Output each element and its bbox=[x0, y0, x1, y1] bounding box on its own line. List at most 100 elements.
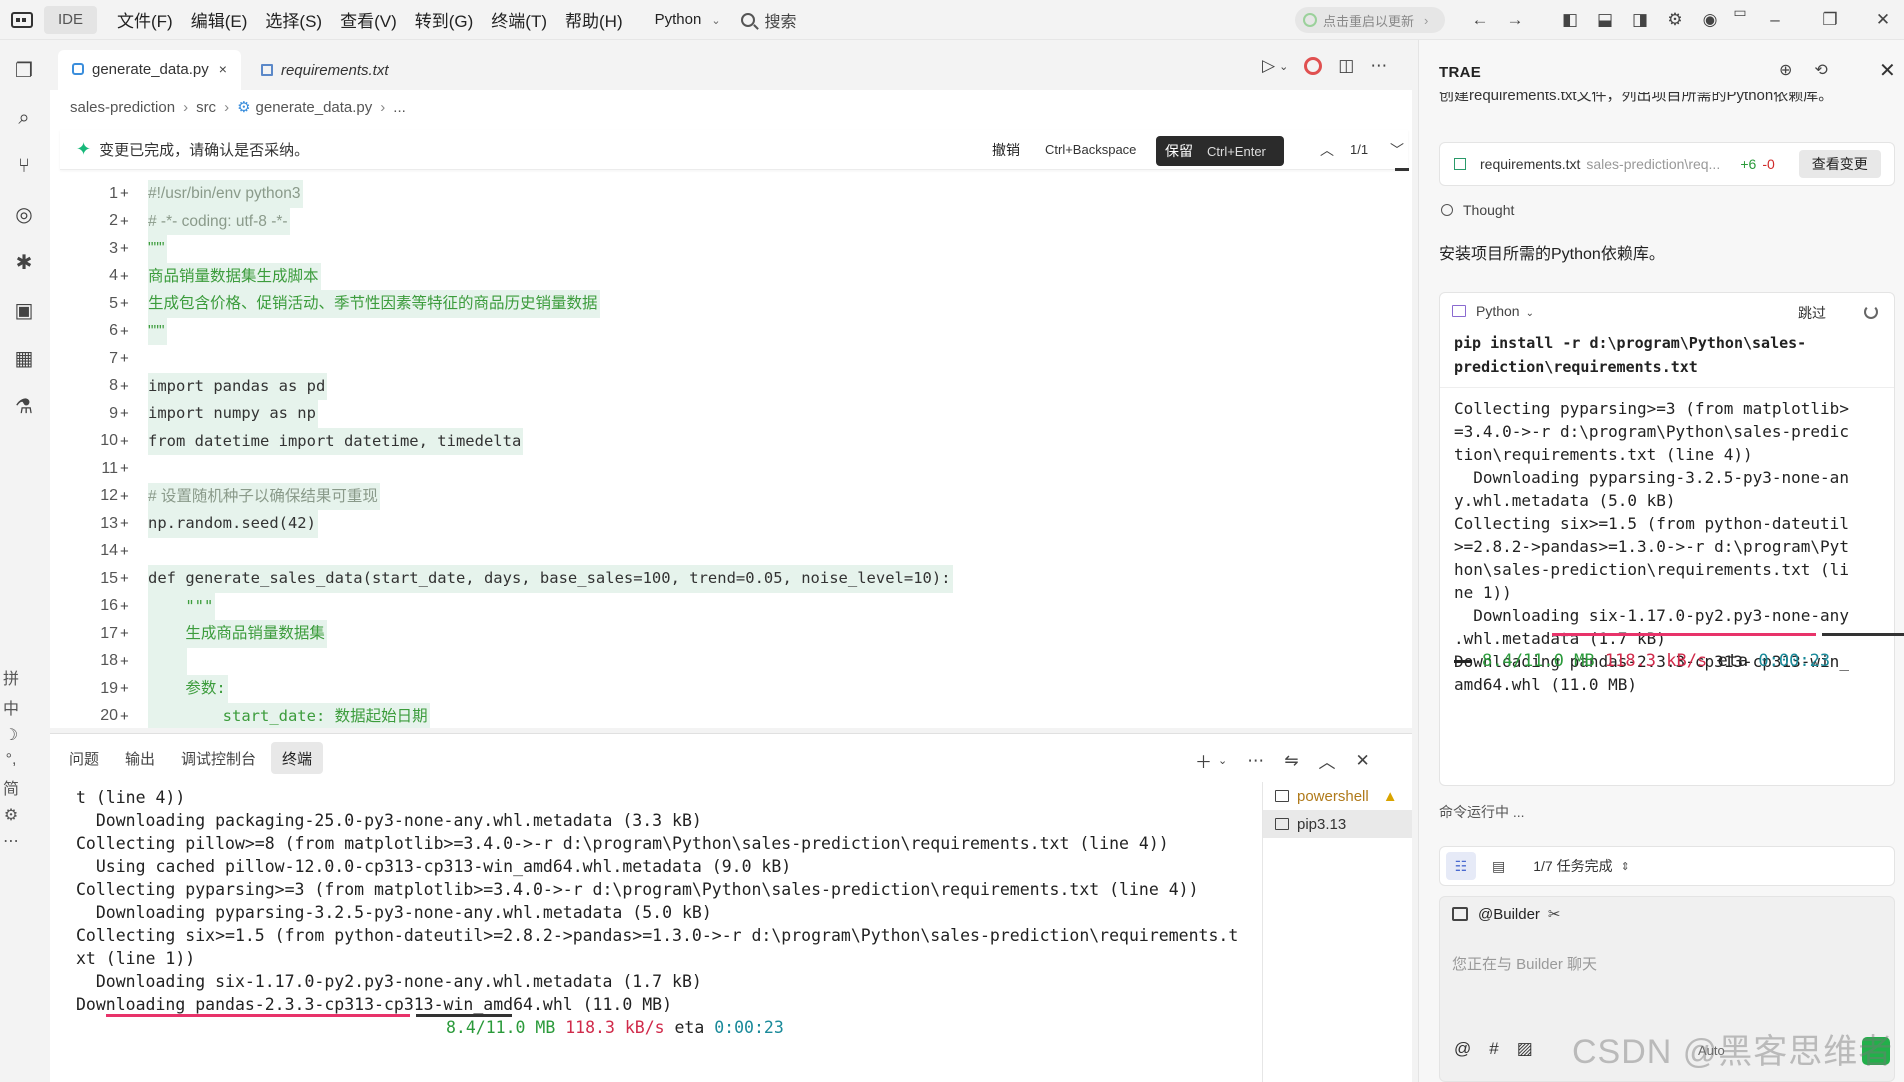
back-arrow-icon[interactable]: ← bbox=[1470, 10, 1490, 30]
code-editor[interactable]: 1 + #!/usr/bin/env python3 2 + # -*- coding:… bbox=[50, 180, 1412, 728]
close-panel-icon[interactable]: ✕ bbox=[1355, 751, 1369, 771]
breadcrumb-symbol[interactable]: ... bbox=[393, 99, 406, 116]
restore-icon[interactable]: ❐ bbox=[1820, 10, 1840, 30]
code-line: 15 + def generate_sales_data(start_date, d… bbox=[50, 565, 1412, 593]
minimize-icon[interactable]: – bbox=[1765, 10, 1785, 30]
testing-flask-icon[interactable]: ⚗ bbox=[0, 382, 48, 430]
explorer-icon[interactable]: ❐ bbox=[0, 46, 48, 94]
update-button[interactable]: 点击重启以更新 › bbox=[1295, 7, 1445, 33]
chevron-up-icon[interactable]: ︿ bbox=[1320, 140, 1334, 160]
lines-added: +6 bbox=[1740, 156, 1757, 172]
undo-button[interactable]: 撤销 bbox=[992, 140, 1020, 160]
tab-requirements[interactable]: requirements.txt bbox=[247, 50, 403, 90]
search-files-icon[interactable]: ⌕ bbox=[0, 94, 48, 142]
divider bbox=[1440, 387, 1894, 388]
toggle-panel-icon[interactable]: ⬓ bbox=[1595, 10, 1615, 30]
more-icon[interactable]: ⋯ bbox=[1370, 56, 1387, 76]
text-file-icon bbox=[260, 64, 273, 76]
menu-terminal[interactable]: 终端(T) bbox=[491, 7, 547, 32]
keep-button[interactable]: 保留 Ctrl+Enter bbox=[1156, 136, 1284, 166]
chevron-down-icon[interactable]: ⌄ bbox=[1218, 754, 1227, 767]
ime-chinese-icon[interactable]: 中 bbox=[3, 695, 19, 719]
source-control-icon[interactable]: ⑂ bbox=[0, 142, 48, 190]
new-chat-icon[interactable]: ⊕ bbox=[1779, 60, 1792, 80]
code-text: 参数: bbox=[148, 675, 228, 703]
tools-icon[interactable]: ✂ bbox=[1548, 905, 1561, 923]
search-box[interactable]: 搜索 bbox=[740, 8, 797, 32]
run-icon[interactable]: ▷ bbox=[1262, 56, 1275, 76]
breadcrumb-folder[interactable]: sales-prediction bbox=[70, 99, 175, 116]
window-close-icon[interactable]: ✕ bbox=[1873, 10, 1893, 30]
menu-file[interactable]: 文件(F) bbox=[117, 7, 173, 32]
chat-input-placeholder[interactable]: 您正在与 Builder 聊天 bbox=[1452, 953, 1597, 974]
run-chevron-icon[interactable]: ⌄ bbox=[1279, 60, 1288, 73]
ide-mode-tag[interactable]: IDE bbox=[44, 5, 98, 34]
tab-problems[interactable]: 问题 bbox=[58, 742, 110, 774]
history-icon[interactable]: ⟲ bbox=[1814, 60, 1827, 80]
toggle-sidebar-icon[interactable]: ◧ bbox=[1560, 10, 1580, 30]
split-editor-icon[interactable]: ◫ bbox=[1338, 56, 1354, 76]
agent-selector[interactable]: @Builder ✂ bbox=[1452, 905, 1561, 923]
record-icon[interactable] bbox=[1304, 57, 1323, 75]
new-terminal-icon[interactable]: ＋ bbox=[1195, 748, 1212, 773]
code-text: # 设置随机种子以确保结果可重现 bbox=[148, 482, 380, 510]
account-icon[interactable]: ◉ bbox=[1700, 10, 1720, 30]
session-pip[interactable]: pip3.13 bbox=[1263, 810, 1412, 838]
settings-gear-icon[interactable]: ⚙ bbox=[1665, 10, 1685, 30]
breadcrumb-folder[interactable]: src bbox=[196, 99, 216, 116]
menu-edit[interactable]: 编辑(E) bbox=[191, 7, 248, 32]
menu-view[interactable]: 查看(V) bbox=[340, 7, 397, 32]
hashtag-icon[interactable]: # bbox=[1489, 1039, 1498, 1059]
terminal-icon bbox=[1275, 818, 1289, 830]
screen-share-icon[interactable]: ▭ bbox=[1730, 2, 1750, 22]
terminal-output[interactable]: t (line 4)) Downloading packaging-25.0-p… bbox=[76, 786, 1306, 1039]
toggle-aux-bar-icon[interactable]: ◨ bbox=[1630, 10, 1650, 30]
menu-help[interactable]: 帮助(H) bbox=[565, 7, 623, 32]
ime-settings-icon[interactable]: ⚙ bbox=[4, 805, 18, 825]
skip-button[interactable]: 跳过 bbox=[1798, 303, 1826, 323]
changed-file-card[interactable]: requirements.txt sales-prediction\req...… bbox=[1439, 142, 1895, 186]
breadcrumb-file[interactable]: generate_data.py bbox=[256, 99, 373, 116]
menu-go[interactable]: 转到(G) bbox=[415, 7, 474, 32]
thought-label: Thought bbox=[1463, 202, 1515, 218]
image-icon[interactable]: ▨ bbox=[1517, 1039, 1533, 1059]
task-progress-label[interactable]: 1/7 任务完成 bbox=[1533, 856, 1612, 876]
shell-select[interactable]: Python ⌄ bbox=[1476, 303, 1534, 319]
ime-punctuation-icon[interactable]: °, bbox=[6, 751, 17, 769]
remote-explorer-icon[interactable]: ◎ bbox=[0, 190, 48, 238]
debug-icon[interactable]: ✱ bbox=[0, 238, 48, 286]
extensions-icon[interactable]: ▦ bbox=[0, 334, 48, 382]
ime-simplified-icon[interactable]: 简 bbox=[3, 775, 19, 799]
terminal-settings-icon[interactable]: ⇋ bbox=[1284, 751, 1298, 771]
tab-output[interactable]: 输出 bbox=[114, 742, 166, 774]
remote-window-icon[interactable]: ▣ bbox=[0, 286, 48, 334]
app-logo-icon[interactable] bbox=[0, 0, 44, 40]
tab-terminal[interactable]: 终端 bbox=[271, 742, 324, 774]
session-label: pip3.13 bbox=[1297, 815, 1347, 833]
progress-size: 8.4/11.0 MB bbox=[446, 1018, 556, 1037]
chevron-down-icon[interactable]: ﹀ bbox=[1390, 140, 1404, 160]
more-icon[interactable]: ⋯ bbox=[1247, 751, 1264, 771]
close-icon[interactable]: × bbox=[219, 61, 227, 77]
chevron-right-icon: › bbox=[1424, 12, 1429, 28]
tab-generate-data[interactable]: generate_data.py × bbox=[58, 50, 241, 90]
session-powershell[interactable]: powershell ▲ bbox=[1263, 782, 1412, 810]
task-list-icon[interactable]: ☷ bbox=[1446, 852, 1476, 880]
expand-icon[interactable]: ⇕ bbox=[1621, 860, 1630, 873]
ime-moon-icon[interactable]: ☽ bbox=[4, 725, 18, 745]
mention-icon[interactable]: @ bbox=[1454, 1039, 1471, 1059]
forward-arrow-icon[interactable]: → bbox=[1505, 10, 1525, 30]
code-line: 6 + """ bbox=[50, 317, 1412, 345]
menu-selection[interactable]: 选择(S) bbox=[265, 7, 322, 32]
tab-debug-console[interactable]: 调试控制台 bbox=[170, 742, 267, 774]
progress-size: 8.4/11.0 MB bbox=[1482, 651, 1595, 671]
maximize-panel-icon[interactable]: ︿ bbox=[1318, 748, 1335, 773]
ime-more-icon[interactable]: ⋯ bbox=[3, 831, 19, 851]
ime-pinyin-icon[interactable]: 拼 bbox=[3, 665, 19, 689]
language-select[interactable]: Python ⌄ bbox=[655, 11, 721, 28]
document-icon[interactable]: ▤ bbox=[1492, 858, 1505, 875]
view-changes-button[interactable]: 查看变更 bbox=[1798, 150, 1881, 178]
close-icon[interactable]: ✕ bbox=[1879, 58, 1896, 83]
command-text: pip install -r d:\program\Python\sales- … bbox=[1454, 334, 1807, 376]
thought-toggle[interactable]: Thought bbox=[1441, 202, 1514, 218]
